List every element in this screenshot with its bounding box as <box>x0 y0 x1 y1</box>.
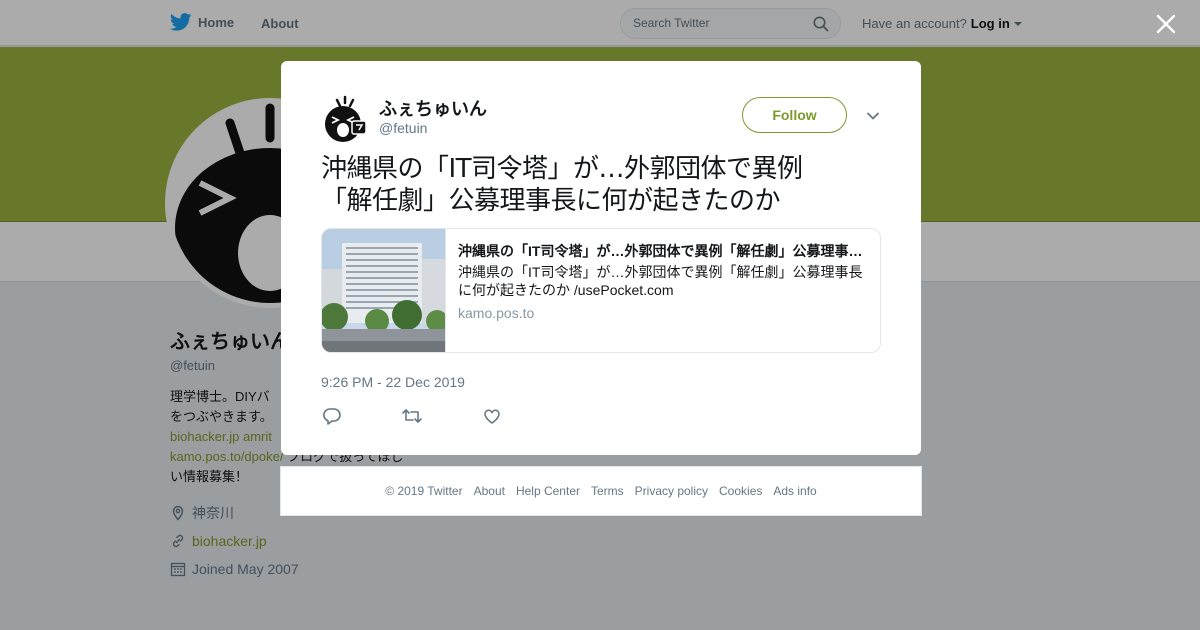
chevron-down-icon[interactable] <box>866 109 880 123</box>
tweet-text-line: 「解任劇」公募理事長に何が起きたのか <box>321 186 781 216</box>
tweet-text-line: 沖縄県の「IT司令塔」が…外郭団体で異例 <box>321 154 803 184</box>
building-photo-thumbnail <box>322 229 445 352</box>
card-thumbnail <box>322 229 446 352</box>
author-name[interactable]: ふぇちゅいん <box>379 95 487 121</box>
footer-link-terms[interactable]: Terms <box>591 484 624 498</box>
modal-footer: © 2019 Twitter About Help Center Terms P… <box>280 466 922 516</box>
card-domain: kamo.pos.to <box>458 305 535 321</box>
footer-copyright: © 2019 Twitter <box>385 484 463 498</box>
footer-link-privacy[interactable]: Privacy policy <box>635 484 708 498</box>
link-card[interactable]: 沖縄県の「IT司令塔」が…外郭団体で異例「解任劇」公募理事長に何が起きたのか 沖… <box>321 228 881 353</box>
footer-link-about[interactable]: About <box>474 484 505 498</box>
author-avatar[interactable] <box>321 95 369 143</box>
card-description: 沖縄県の「IT司令塔」が…外郭団体で異例「解任劇」公募理事長に何が起きたのか /… <box>458 264 863 298</box>
close-icon[interactable] <box>1155 13 1177 35</box>
footer-link-cookies[interactable]: Cookies <box>719 484 762 498</box>
follow-button[interactable]: Follow <box>742 97 847 133</box>
retweet-icon[interactable] <box>401 406 423 426</box>
tweet-text: 沖縄県の「IT司令塔」が…外郭団体で異例 「解任劇」公募理事長に何が起きたのか <box>321 153 881 217</box>
author-handle[interactable]: @fetuin <box>379 120 427 136</box>
footer-link-help-center[interactable]: Help Center <box>516 484 580 498</box>
tweet-timestamp[interactable]: 9:26 PM - 22 Dec 2019 <box>321 374 465 390</box>
tweet-modal: ふぇちゅいん @fetuin Follow 沖縄県の「IT司令塔」が…外郭団体で… <box>281 61 921 455</box>
reply-icon[interactable] <box>321 406 343 426</box>
card-title: 沖縄県の「IT司令塔」が…外郭団体で異例「解任劇」公募理事長に何が起きたのか <box>458 243 868 259</box>
footer-link-ads-info[interactable]: Ads info <box>773 484 816 498</box>
screaming-face-avatar-icon <box>321 95 369 143</box>
like-icon[interactable] <box>481 406 503 426</box>
